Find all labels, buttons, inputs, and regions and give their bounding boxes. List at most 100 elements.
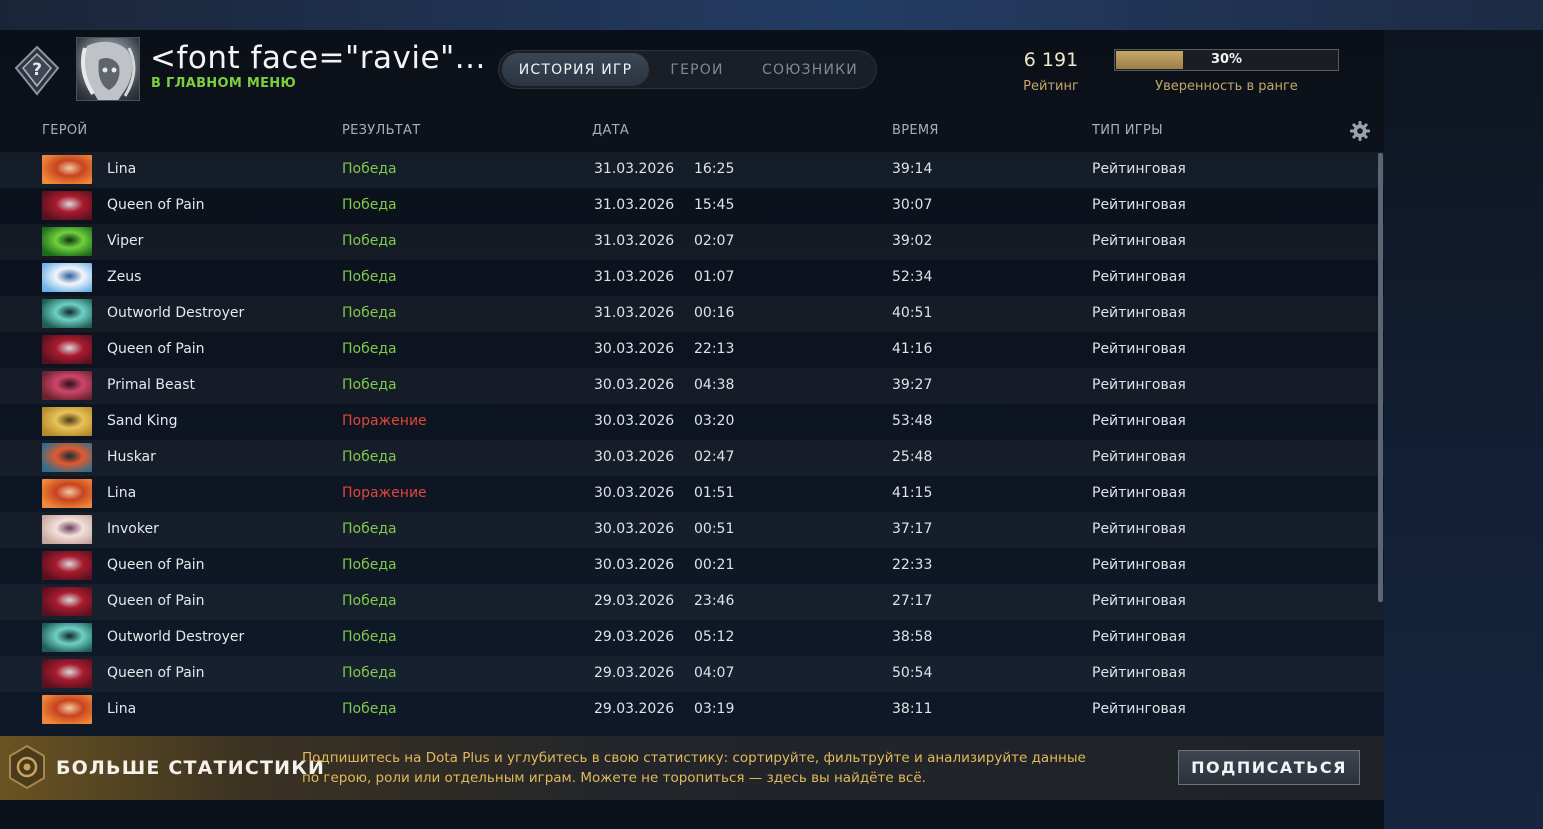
match-time: 05:12 xyxy=(694,629,735,645)
match-duration: 53:48 xyxy=(892,413,933,429)
hero-name: Queen of Pain xyxy=(107,665,205,681)
match-date: 29.03.2026 xyxy=(594,629,675,645)
hero-name: Lina xyxy=(107,485,137,501)
match-duration: 38:58 xyxy=(892,629,933,645)
game-type: Рейтинговая xyxy=(1092,233,1186,249)
match-date: 29.03.2026 xyxy=(594,665,675,681)
table-row[interactable]: Sand King Поражение 30.03.2026 03:20 53:48 Ре… xyxy=(0,404,1384,440)
player-status: В ГЛАВНОМ МЕНЮ xyxy=(151,76,297,91)
tab-bar: ИСТОРИЯ ИГР ГЕРОИ СОЮЗНИКИ xyxy=(498,50,877,89)
right-background xyxy=(1384,30,1543,829)
match-date: 31.03.2026 xyxy=(594,269,675,285)
hero-portrait-icon xyxy=(42,515,92,544)
match-date: 30.03.2026 xyxy=(594,449,675,465)
hero-name: Queen of Pain xyxy=(107,341,205,357)
match-result: Победа xyxy=(342,521,397,537)
hero-name: Lina xyxy=(107,701,137,717)
match-date: 30.03.2026 xyxy=(594,485,675,501)
hero-portrait-icon xyxy=(42,587,92,616)
column-header-result[interactable]: РЕЗУЛЬТАТ xyxy=(342,123,420,138)
table-row[interactable]: Queen of Pain Победа 30.03.2026 00:21 22:33 Р… xyxy=(0,548,1384,584)
table-row[interactable]: Lina Победа 29.03.2026 03:19 38:11 Рейтингова… xyxy=(0,692,1384,728)
match-date: 29.03.2026 xyxy=(594,701,675,717)
match-history-list: Lina Победа 31.03.2026 16:25 39:14 Рейтингова… xyxy=(0,152,1384,736)
game-type: Рейтинговая xyxy=(1092,449,1186,465)
hero-portrait-icon xyxy=(42,227,92,256)
column-header-hero[interactable]: ГЕРОЙ xyxy=(42,123,87,138)
match-result: Победа xyxy=(342,161,397,177)
table-row[interactable]: Primal Beast Победа 30.03.2026 04:38 39:27 Ре… xyxy=(0,368,1384,404)
match-result: Победа xyxy=(342,701,397,717)
dota-plus-promo-banner: БОЛЬШЕ СТАТИСТИКИ Подпишитесь на Dota Pl… xyxy=(0,736,1384,800)
match-list-scrollbar[interactable] xyxy=(1378,153,1383,602)
match-result: Поражение xyxy=(342,413,427,429)
match-duration: 39:14 xyxy=(892,161,933,177)
table-row[interactable]: Outworld Destroyer Победа 29.03.2026 05:12 3… xyxy=(0,620,1384,656)
rank-badge-icon[interactable]: ? xyxy=(10,44,64,98)
match-date: 30.03.2026 xyxy=(594,341,675,357)
match-duration: 41:16 xyxy=(892,341,933,357)
match-duration: 38:11 xyxy=(892,701,933,717)
player-avatar[interactable] xyxy=(76,37,140,101)
match-time: 00:16 xyxy=(694,305,735,321)
table-row[interactable]: Outworld Destroyer Победа 31.03.2026 00:16 4… xyxy=(0,296,1384,332)
table-row[interactable]: Huskar Победа 30.03.2026 02:47 25:48 Рейтинго… xyxy=(0,440,1384,476)
game-type: Рейтинговая xyxy=(1092,557,1186,573)
table-row[interactable]: Invoker Победа 30.03.2026 00:51 37:17 Рейтинг… xyxy=(0,512,1384,548)
match-duration: 25:48 xyxy=(892,449,933,465)
match-duration: 37:17 xyxy=(892,521,933,537)
table-row[interactable]: Lina Поражение 30.03.2026 01:51 41:15 Рейтинг… xyxy=(0,476,1384,512)
game-type: Рейтинговая xyxy=(1092,269,1186,285)
hero-name: Lina xyxy=(107,161,137,177)
column-header-game-type[interactable]: ТИП ИГРЫ xyxy=(1092,123,1163,138)
table-row[interactable]: Viper Победа 31.03.2026 02:07 39:02 Рейтингов… xyxy=(0,224,1384,260)
hero-name: Queen of Pain xyxy=(107,197,205,213)
player-name: <font face="ravie"... xyxy=(150,40,486,76)
game-type: Рейтинговая xyxy=(1092,305,1186,321)
rank-confidence-percent: 30% xyxy=(1210,52,1243,67)
rating-label: Рейтинг xyxy=(1023,79,1079,94)
tab-match-history[interactable]: ИСТОРИЯ ИГР xyxy=(502,53,649,86)
match-time: 22:13 xyxy=(694,341,735,357)
table-row[interactable]: Lina Победа 31.03.2026 16:25 39:14 Рейтингова… xyxy=(0,152,1384,188)
game-type: Рейтинговая xyxy=(1092,593,1186,609)
hero-portrait-icon xyxy=(42,335,92,364)
hero-portrait-icon xyxy=(42,659,92,688)
hero-name: Outworld Destroyer xyxy=(107,629,245,645)
table-row[interactable]: Queen of Pain Победа 29.03.2026 04:07 50:54 Р… xyxy=(0,656,1384,692)
match-date: 31.03.2026 xyxy=(594,161,675,177)
match-result: Победа xyxy=(342,665,397,681)
match-time: 03:20 xyxy=(694,413,735,429)
match-result: Победа xyxy=(342,629,397,645)
tab-heroes[interactable]: ГЕРОИ xyxy=(649,53,745,86)
table-row[interactable]: Queen of Pain Победа 31.03.2026 15:45 30:07 Р… xyxy=(0,188,1384,224)
match-result: Победа xyxy=(342,233,397,249)
hero-portrait-icon xyxy=(42,299,92,328)
svg-text:?: ? xyxy=(32,60,42,80)
settings-gear-icon[interactable] xyxy=(1349,120,1371,142)
match-time: 00:51 xyxy=(694,521,735,537)
table-row[interactable]: Queen of Pain Победа 30.03.2026 22:13 41:16 Р… xyxy=(0,332,1384,368)
hero-name: Huskar xyxy=(107,449,156,465)
hero-name: Zeus xyxy=(107,269,142,285)
hero-portrait-icon xyxy=(42,443,92,472)
match-duration: 50:54 xyxy=(892,665,933,681)
hero-name: Invoker xyxy=(107,521,159,537)
column-header-duration[interactable]: ВРЕМЯ xyxy=(892,123,939,138)
match-result: Победа xyxy=(342,341,397,357)
tab-allies[interactable]: СОЮЗНИКИ xyxy=(745,53,875,86)
subscribe-button[interactable]: ПОДПИСАТЬСЯ xyxy=(1178,750,1360,785)
match-date: 30.03.2026 xyxy=(594,377,675,393)
match-time: 16:25 xyxy=(694,161,735,177)
match-date: 31.03.2026 xyxy=(594,305,675,321)
column-header-date[interactable]: ДАТА xyxy=(592,123,629,138)
match-date: 30.03.2026 xyxy=(594,557,675,573)
match-duration: 39:27 xyxy=(892,377,933,393)
hero-portrait-icon xyxy=(42,191,92,220)
table-row[interactable]: Queen of Pain Победа 29.03.2026 23:46 27:17 Р… xyxy=(0,584,1384,620)
match-duration: 52:34 xyxy=(892,269,933,285)
match-time: 01:07 xyxy=(694,269,735,285)
table-row[interactable]: Zeus Победа 31.03.2026 01:07 52:34 Рейтингова… xyxy=(0,260,1384,296)
match-time: 04:07 xyxy=(694,665,735,681)
match-time: 04:38 xyxy=(694,377,735,393)
